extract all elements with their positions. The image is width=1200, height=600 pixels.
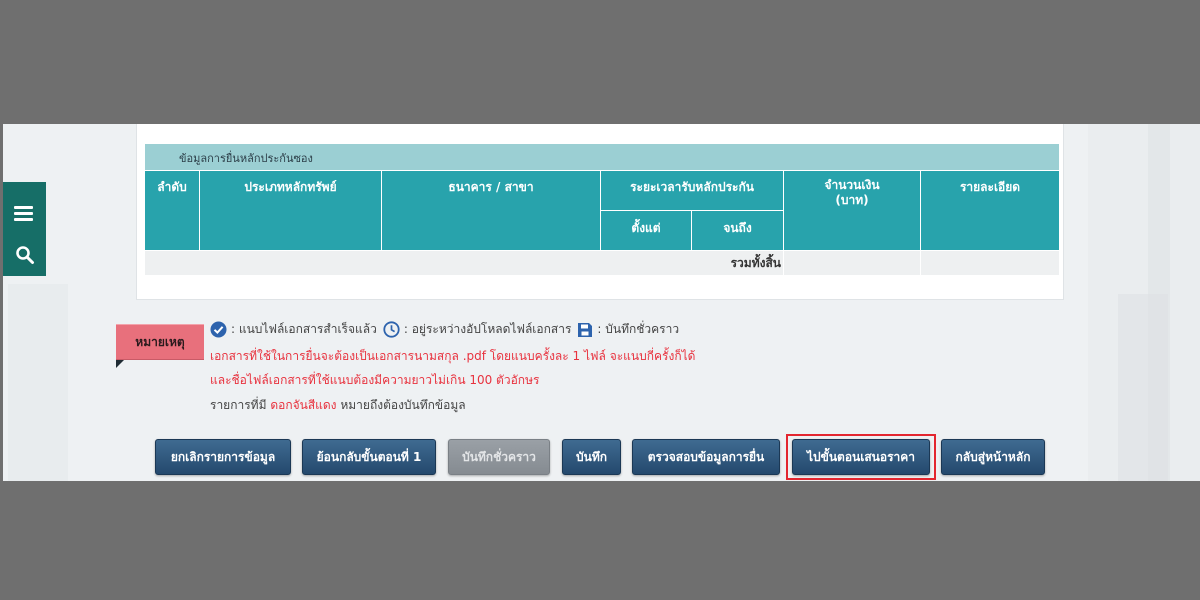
remark-badge-tail <box>116 360 124 368</box>
save-draft-button[interactable]: บันทึกชั่วคราว <box>448 439 550 475</box>
note-required-after: หมายถึงต้องบันทึกข้อมูล <box>340 398 466 412</box>
back-to-home-button[interactable]: กลับสู่หน้าหลัก <box>941 439 1045 475</box>
security-deposit-table: ข้อมูลการยื่นหลักประกันซอง ลำดับ ประเภทห… <box>143 143 1061 276</box>
background-panel <box>1088 124 1200 481</box>
table-caption: ข้อมูลการยื่นหลักประกันซอง <box>143 143 1061 171</box>
hamburger-menu-icon[interactable] <box>3 196 46 230</box>
column-header-period-from: ตั้งแต่ <box>600 210 692 251</box>
total-details-cell <box>919 250 1061 276</box>
note-required-fields: รายการที่มี ดอกจันสีแดง หมายถึงต้องบันทึ… <box>210 396 466 415</box>
legend-uploading-label: : อยู่ระหว่างอัปโหลดไฟล์เอกสาร <box>403 322 572 336</box>
legend-draft-label: : บันทึกชั่วคราว <box>597 322 680 336</box>
screen: ข้อมูลการยื่นหลักประกันซอง ลำดับ ประเภทห… <box>0 124 1200 481</box>
legend-uploading: : อยู่ระหว่างอัปโหลดไฟล์เอกสาร <box>383 320 572 339</box>
column-header-bank-branch: ธนาคาร / สาขา <box>381 170 601 251</box>
verify-submission-button[interactable]: ตรวจสอบข้อมูลการยื่น <box>632 439 780 475</box>
sidebar-tools <box>3 182 46 276</box>
search-icon[interactable] <box>3 238 46 272</box>
column-header-amount: จำนวนเงิน (บาท) <box>783 170 921 251</box>
note-required-before: รายการที่มี <box>210 398 267 412</box>
remark-badge: หมายเหตุ <box>116 324 204 360</box>
window-edge <box>0 124 3 481</box>
legend-draft: : บันทึกชั่วคราว <box>577 320 679 339</box>
go-to-bidding-button[interactable]: ไปขั้นตอนเสนอราคา <box>792 439 930 475</box>
column-header-period-to: จนถึง <box>691 210 784 251</box>
note-file-name-length: และชื่อไฟล์เอกสารที่ใช้แนบต้องมีความยาวไ… <box>210 373 540 387</box>
column-header-order: ลำดับ <box>144 170 200 251</box>
legend-uploaded: : แนบไฟล์เอกสารสำเร็จแล้ว <box>210 320 377 339</box>
clock-icon <box>383 321 400 338</box>
check-circle-icon <box>210 321 227 338</box>
total-amount-cell <box>783 250 921 276</box>
column-header-details: รายละเอียด <box>919 170 1061 251</box>
security-table-card: ข้อมูลการยื่นหลักประกันซอง ลำดับ ประเภทห… <box>136 124 1064 300</box>
background-shape <box>8 284 68 481</box>
column-header-security-type: ประเภทหลักทรัพย์ <box>199 170 382 251</box>
save-button[interactable]: บันทึก <box>562 439 621 475</box>
note-required-red: ดอกจันสีแดง <box>270 398 337 412</box>
back-step1-button[interactable]: ย้อนกลับขั้นตอนที่ 1 <box>302 439 436 475</box>
note-file-type: เอกสารที่ใช้ในการยื่นจะต้องเป็นเอกสารนาม… <box>210 349 696 363</box>
legend-line: : แนบไฟล์เอกสารสำเร็จแล้ว : อยู่ระหว่างอ… <box>210 320 685 339</box>
floppy-disk-icon <box>578 322 593 337</box>
legend-uploaded-label: : แนบไฟล์เอกสารสำเร็จแล้ว <box>231 322 377 336</box>
cancel-record-button[interactable]: ยกเลิกรายการข้อมูล <box>155 439 291 475</box>
column-header-period: ระยะเวลารับหลักประกัน <box>600 170 784 211</box>
total-label: รวมทั้งสิ้น <box>144 250 784 276</box>
table-total-row: รวมทั้งสิ้น <box>144 250 1061 276</box>
